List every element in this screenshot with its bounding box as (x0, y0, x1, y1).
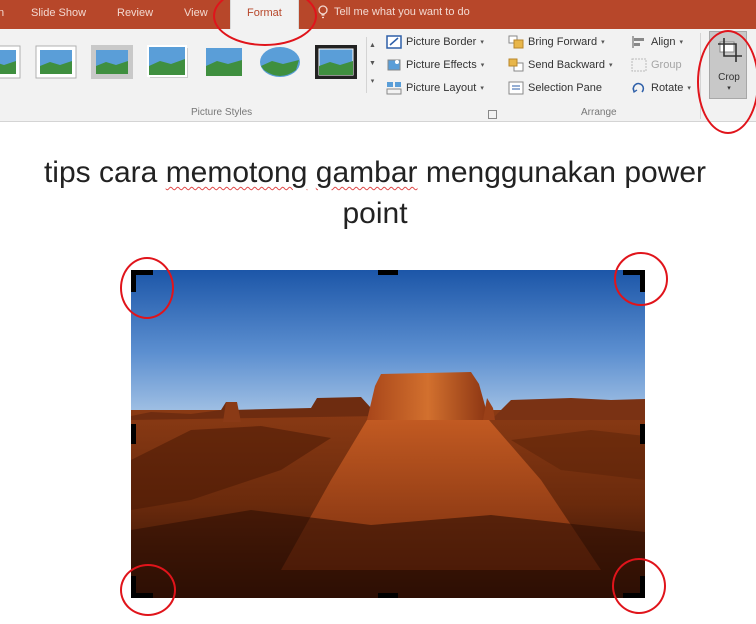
tell-me-text: Tell me what you want to do (334, 6, 470, 18)
caret-down-icon: ▾ (609, 62, 613, 69)
dialog-launcher-icon[interactable] (488, 110, 497, 119)
highlight-circle (697, 30, 756, 134)
picture-style-thumb-selected[interactable] (314, 42, 358, 82)
picture-styles-gallery (0, 37, 366, 93)
gallery-scroll[interactable]: ▲ ▼ ▾ (366, 37, 378, 93)
picture-layout-label: Picture Layout (406, 82, 477, 94)
lightbulb-icon (318, 5, 328, 19)
align-label: Align (651, 36, 676, 48)
send-backward-button[interactable]: Send Backward ▾ (508, 58, 613, 72)
rotate-icon (632, 82, 645, 94)
highlight-circle (614, 252, 668, 306)
picture-border-button[interactable]: Picture Border ▾ (386, 35, 484, 49)
bring-forward-icon (508, 35, 524, 49)
slide-title[interactable]: tips cara memotong gambar menggunakan po… (0, 152, 756, 234)
picture-border-icon (386, 35, 402, 49)
title-word: menggunakan power (425, 156, 707, 189)
picture-style-thumb[interactable] (0, 42, 22, 82)
more-icon[interactable]: ▾ (367, 73, 378, 91)
tell-me-box[interactable]: Tell me what you want to do (318, 5, 470, 19)
tab-partial[interactable]: n (0, 7, 4, 19)
send-backward-label: Send Backward (528, 59, 606, 71)
picture-style-thumb[interactable] (202, 42, 246, 82)
bring-forward-label: Bring Forward (528, 36, 598, 48)
align-button[interactable]: Align ▾ (631, 35, 683, 49)
align-icon (632, 36, 644, 48)
picture-layout-icon (386, 82, 402, 95)
caret-down-icon: ▾ (601, 39, 605, 46)
tab-slide-show[interactable]: Slide Show (31, 7, 86, 19)
picture-styles-label: Picture Styles (191, 107, 253, 118)
picture-style-thumb[interactable] (146, 42, 190, 82)
rotate-button[interactable]: Rotate ▾ (631, 81, 691, 95)
caret-down-icon: ▾ (480, 39, 484, 46)
ribbon: ▲ ▼ ▾ Picture Styles Picture Border ▾ Pic… (0, 29, 756, 122)
chevron-up-icon[interactable]: ▲ (367, 37, 378, 55)
highlight-circle (120, 257, 174, 319)
bring-forward-button[interactable]: Bring Forward ▾ (508, 35, 605, 49)
picture-effects-button[interactable]: Picture Effects ▾ (386, 58, 484, 72)
send-backward-icon (508, 58, 524, 72)
tab-view[interactable]: View (184, 7, 208, 19)
crop-handle-bottom[interactable] (378, 593, 398, 598)
picture-style-thumb[interactable] (34, 42, 78, 82)
highlight-circle (120, 564, 176, 616)
crop-handle-left[interactable] (131, 424, 136, 444)
picture-style-thumb[interactable] (90, 42, 134, 82)
crop-handle-top[interactable] (378, 270, 398, 275)
caret-down-icon: ▾ (480, 85, 484, 92)
caret-down-icon: ▾ (679, 39, 683, 46)
selection-pane-label: Selection Pane (528, 82, 602, 94)
caret-down-icon: ▾ (480, 62, 485, 69)
tab-review[interactable]: Review (117, 7, 153, 19)
crop-handle-right[interactable] (640, 424, 645, 444)
ribbon-tab-bar: n Slide Show Review View Format Tell me … (0, 0, 756, 30)
group-icon (631, 58, 647, 72)
picture-effects-icon (387, 59, 401, 71)
title-word-misspelled: gambar (315, 156, 418, 189)
selection-pane-button[interactable]: Selection Pane (508, 81, 602, 95)
rotate-label: Rotate (651, 82, 684, 94)
highlight-circle (612, 558, 666, 614)
picture-style-thumb[interactable] (258, 42, 302, 82)
arrange-label: Arrange (581, 107, 617, 118)
selection-pane-icon (508, 81, 524, 95)
caret-down-icon: ▾ (687, 85, 691, 92)
picture-effects-label: Picture Effects (406, 59, 477, 71)
title-word: point (342, 197, 408, 230)
title-word-misspelled: memotong (165, 156, 308, 189)
group-button[interactable]: Group (631, 58, 682, 72)
slide-picture[interactable] (131, 270, 645, 598)
title-word: tips cara (43, 156, 158, 189)
chevron-down-icon[interactable]: ▼ (367, 55, 378, 73)
group-label: Group (651, 59, 682, 71)
picture-border-label: Picture Border (406, 36, 477, 48)
picture-layout-button[interactable]: Picture Layout ▾ (386, 81, 484, 95)
